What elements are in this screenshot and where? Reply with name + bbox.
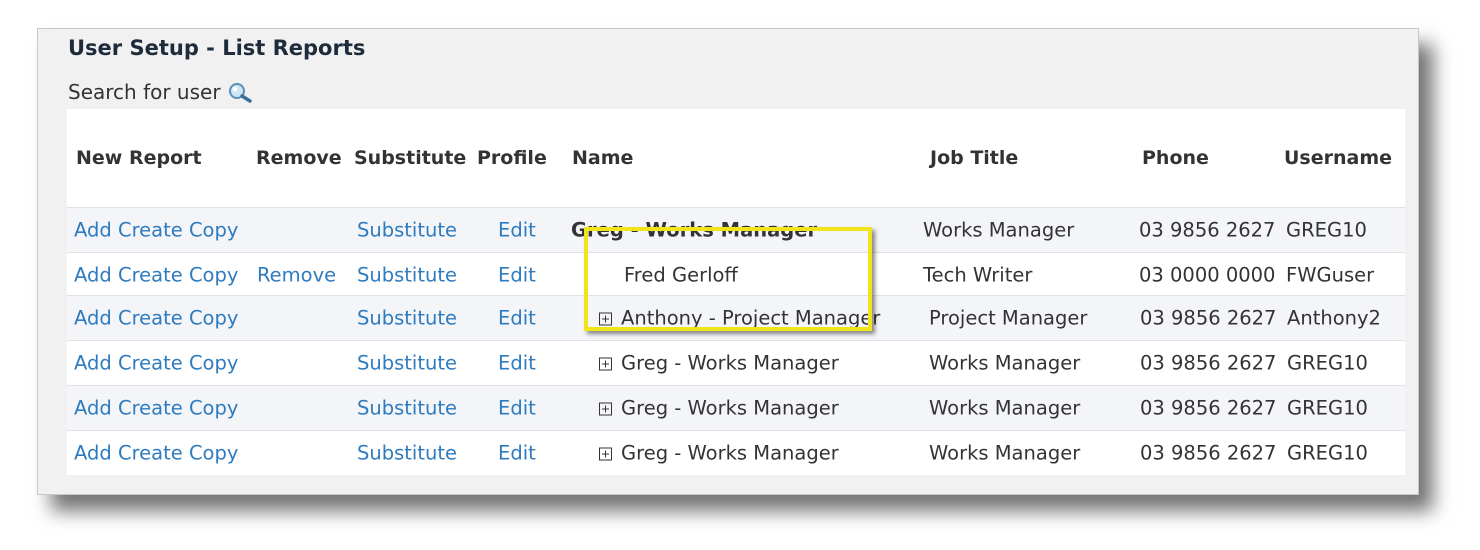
job-title-cell: Project Manager xyxy=(929,306,1088,330)
header-name[interactable]: Name xyxy=(572,147,633,169)
username-cell: GREG10 xyxy=(1286,218,1367,242)
username-cell: FWGuser xyxy=(1286,263,1375,287)
phone-cell: 03 9856 2627 xyxy=(1139,218,1276,242)
edit-link[interactable]: Edit xyxy=(498,264,536,287)
username-cell: GREG10 xyxy=(1287,351,1368,375)
add-create-copy-link[interactable]: Add Create Copy xyxy=(74,352,238,375)
username-cell: Anthony2 xyxy=(1287,306,1381,330)
search-icon[interactable] xyxy=(227,81,253,103)
name-text: Greg - Works Manager xyxy=(621,351,839,375)
header-phone[interactable]: Phone xyxy=(1142,147,1209,169)
table-row: Add Create Copy Substitute Edit Greg - W… xyxy=(67,385,1405,430)
job-title-cell: Works Manager xyxy=(929,396,1081,420)
header-profile[interactable]: Profile xyxy=(477,147,547,169)
name-text: Greg - Works Manager xyxy=(621,396,839,420)
add-create-copy-link[interactable]: Add Create Copy xyxy=(74,397,238,420)
edit-link[interactable]: Edit xyxy=(498,352,536,375)
page-title: User Setup - List Reports xyxy=(68,36,366,60)
substitute-link[interactable]: Substitute xyxy=(357,264,457,287)
phone-cell: 03 0000 0000 xyxy=(1139,263,1276,287)
job-title-cell: Works Manager xyxy=(929,351,1081,375)
header-job-title[interactable]: Job Title xyxy=(930,147,1018,169)
header-new-report[interactable]: New Report xyxy=(76,147,202,169)
reports-table: New Report Remove Substitute Profile Nam… xyxy=(67,109,1405,475)
name-cell: Greg - Works Manager xyxy=(599,442,839,465)
name-text: Greg - Works Manager xyxy=(621,441,839,465)
phone-cell: 03 9856 2627 xyxy=(1140,441,1277,465)
table-row: Add Create Copy Substitute Edit Greg - W… xyxy=(67,430,1405,475)
remove-link[interactable]: Remove xyxy=(257,264,336,287)
expand-icon[interactable] xyxy=(599,312,612,326)
header-substitute[interactable]: Substitute xyxy=(354,147,466,169)
edit-link[interactable]: Edit xyxy=(498,397,536,420)
search-label[interactable]: Search for user xyxy=(68,80,221,104)
username-cell: GREG10 xyxy=(1287,396,1368,420)
table-row: Add Create Copy Substitute Edit Greg - W… xyxy=(67,207,1405,252)
job-title-cell: Works Manager xyxy=(929,441,1081,465)
add-create-copy-link[interactable]: Add Create Copy xyxy=(74,442,238,465)
name-cell: Greg - Works Manager xyxy=(599,397,839,420)
name-cell: Greg - Works Manager xyxy=(571,218,818,242)
header-username[interactable]: Username xyxy=(1284,147,1392,169)
expand-icon[interactable] xyxy=(599,402,612,416)
search-row: Search for user xyxy=(68,80,253,104)
add-create-copy-link[interactable]: Add Create Copy xyxy=(74,264,238,287)
phone-cell: 03 9856 2627 xyxy=(1140,306,1277,330)
job-title-cell: Tech Writer xyxy=(923,263,1033,287)
phone-cell: 03 9856 2627 xyxy=(1140,396,1277,420)
expand-icon[interactable] xyxy=(599,357,612,371)
expand-icon[interactable] xyxy=(599,447,612,461)
add-create-copy-link[interactable]: Add Create Copy xyxy=(74,307,238,330)
name-cell: Anthony - Project Manager xyxy=(599,307,880,330)
username-cell: GREG10 xyxy=(1287,441,1368,465)
edit-link[interactable]: Edit xyxy=(498,219,536,242)
name-cell: Greg - Works Manager xyxy=(599,352,839,375)
table-row: Add Create Copy Remove Substitute Edit F… xyxy=(67,252,1405,297)
name-text: Anthony - Project Manager xyxy=(621,306,881,330)
header-remove[interactable]: Remove xyxy=(256,147,342,169)
table-row: Add Create Copy Substitute Edit Anthony … xyxy=(67,295,1405,340)
substitute-link[interactable]: Substitute xyxy=(357,397,457,420)
substitute-link[interactable]: Substitute xyxy=(357,442,457,465)
name-cell: Fred Gerloff xyxy=(624,263,738,287)
edit-link[interactable]: Edit xyxy=(498,442,536,465)
add-create-copy-link[interactable]: Add Create Copy xyxy=(74,219,238,242)
substitute-link[interactable]: Substitute xyxy=(357,219,457,242)
user-setup-window: User Setup - List Reports Search for use… xyxy=(37,28,1419,495)
substitute-link[interactable]: Substitute xyxy=(357,352,457,375)
edit-link[interactable]: Edit xyxy=(498,307,536,330)
phone-cell: 03 9856 2627 xyxy=(1140,351,1277,375)
job-title-cell: Works Manager xyxy=(923,218,1075,242)
substitute-link[interactable]: Substitute xyxy=(357,307,457,330)
table-row: Add Create Copy Substitute Edit Greg - W… xyxy=(67,340,1405,385)
